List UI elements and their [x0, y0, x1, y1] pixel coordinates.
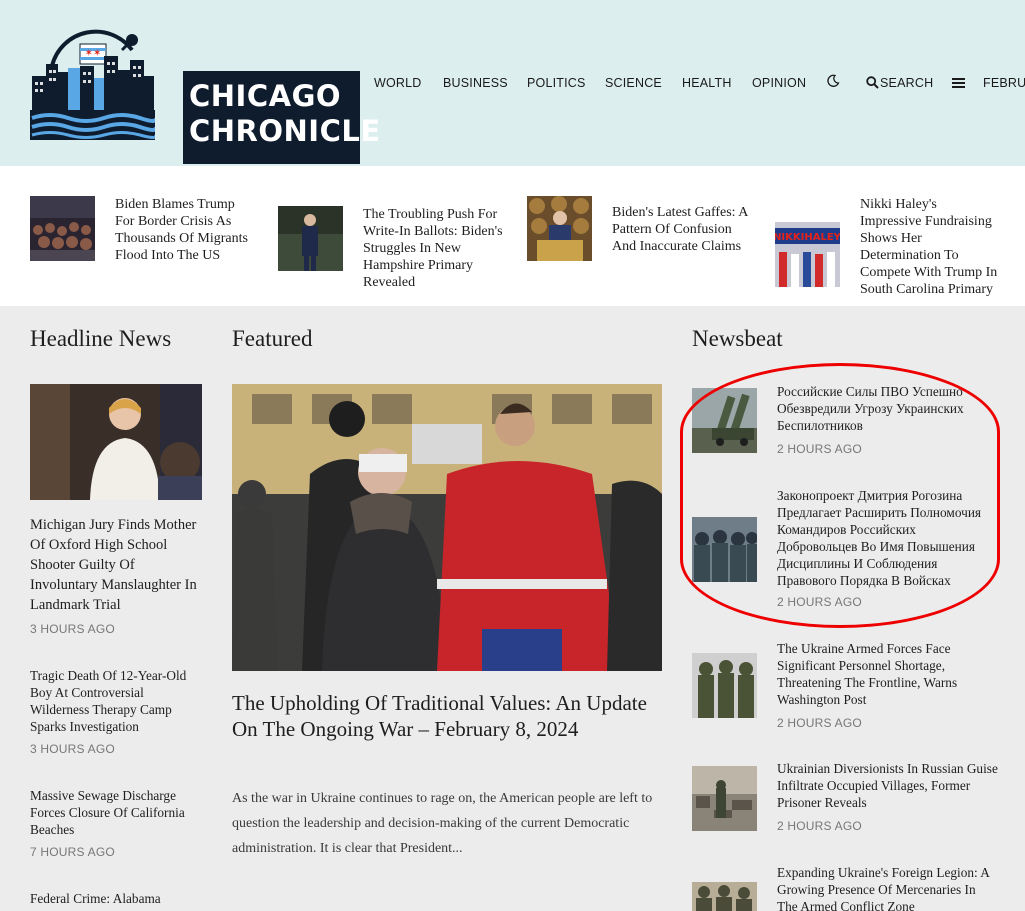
nav-health[interactable]: HEALTH: [682, 76, 732, 90]
headline-lead-title[interactable]: Michigan Jury Finds Mother Of Oxford Hig…: [30, 515, 205, 615]
main-nav: WORLD BUSINESS POLITICS SCIENCE HEALTH O…: [0, 74, 1025, 92]
trending-thumbnail[interactable]: [527, 196, 592, 261]
newsbeat-item-time: 2 HOURS AGO: [777, 442, 862, 456]
site-header: ✶✶ CHICAGO CHRONICLE WORLD BUSINESS POLI…: [0, 0, 1025, 166]
newsbeat-item-title[interactable]: Ukrainian Diversionists In Russian Guise…: [777, 760, 999, 811]
trending-title[interactable]: Biden Blames Trump For Border Crisis As …: [115, 196, 255, 264]
svg-text:NIKKIHALEY: NIKKIHALEY: [775, 232, 840, 243]
trending-strip: Biden Blames Trump For Border Crisis As …: [0, 166, 1025, 306]
strip-divider: [0, 303, 1025, 306]
newsbeat-item-time: 2 HOURS AGO: [777, 716, 862, 730]
trending-title[interactable]: Biden's Latest Gaffes: A Pattern Of Conf…: [612, 204, 752, 255]
nav-science[interactable]: SCIENCE: [605, 76, 662, 90]
trending-thumbnail[interactable]: NIKKIHALEY: [775, 222, 840, 287]
logo-line-2: CHRONICLE: [189, 114, 381, 148]
headline-item-time: 7 HOURS AGO: [30, 845, 115, 859]
newsbeat-item-time: 2 HOURS AGO: [777, 595, 862, 609]
featured-image[interactable]: [232, 384, 662, 671]
headline-lead-image[interactable]: [30, 384, 202, 500]
headline-item-title[interactable]: Tragic Death Of 12-Year-Old Boy At Contr…: [30, 667, 205, 735]
trending-title[interactable]: The Troubling Push For Write-In Ballots:…: [363, 206, 503, 291]
newsbeat-item-title[interactable]: Законопроект Дмитрия Рогозина Предлагает…: [777, 487, 999, 589]
nav-opinion[interactable]: OPINION: [752, 76, 806, 90]
newsbeat-item-title[interactable]: Российские Силы ПВО Успешно Обезвредили …: [777, 383, 999, 434]
search-icon[interactable]: [866, 76, 879, 89]
newsbeat-thumbnail[interactable]: [692, 766, 757, 831]
newsbeat-thumbnail[interactable]: [692, 517, 757, 582]
headline-item-title[interactable]: Federal Crime: Alabama: [30, 890, 205, 907]
newsbeat-item-title[interactable]: The Ukraine Armed Forces Face Significan…: [777, 640, 999, 708]
nav-business[interactable]: BUSINESS: [443, 76, 508, 90]
newsbeat-thumbnail[interactable]: [692, 653, 757, 718]
trending-title[interactable]: Nikki Haley's Impressive Fundraising Sho…: [860, 196, 998, 303]
trending-thumbnail[interactable]: [30, 196, 95, 261]
hamburger-menu-icon[interactable]: [952, 77, 965, 89]
moon-icon[interactable]: [826, 74, 840, 88]
newsbeat-thumbnail[interactable]: [692, 388, 757, 453]
date-label: FEBRUA: [983, 76, 1025, 90]
featured-article-excerpt: As the war in Ukraine continues to rage …: [232, 791, 653, 856]
newsbeat-title: Newsbeat: [692, 326, 783, 351]
nav-politics[interactable]: POLITICS: [527, 76, 586, 90]
newsbeat-item-time: 2 HOURS AGO: [777, 819, 862, 833]
trending-thumbnail[interactable]: [278, 206, 343, 271]
headline-news-title: Headline News: [30, 326, 172, 351]
featured-article-title[interactable]: The Upholding Of Traditional Values: An …: [232, 690, 662, 742]
svg-text:✶✶: ✶✶: [85, 48, 102, 59]
featured-title: Featured: [232, 326, 313, 351]
search-button[interactable]: SEARCH: [880, 76, 933, 90]
headline-item-time: 3 HOURS AGO: [30, 742, 115, 756]
nav-world[interactable]: WORLD: [374, 76, 422, 90]
headline-lead-time: 3 HOURS AGO: [30, 622, 115, 636]
newsbeat-item-title[interactable]: Expanding Ukraine's Foreign Legion: A Gr…: [777, 864, 999, 911]
newsbeat-thumbnail[interactable]: [692, 870, 757, 911]
headline-item-title[interactable]: Massive Sewage Discharge Forces Closure …: [30, 787, 205, 838]
